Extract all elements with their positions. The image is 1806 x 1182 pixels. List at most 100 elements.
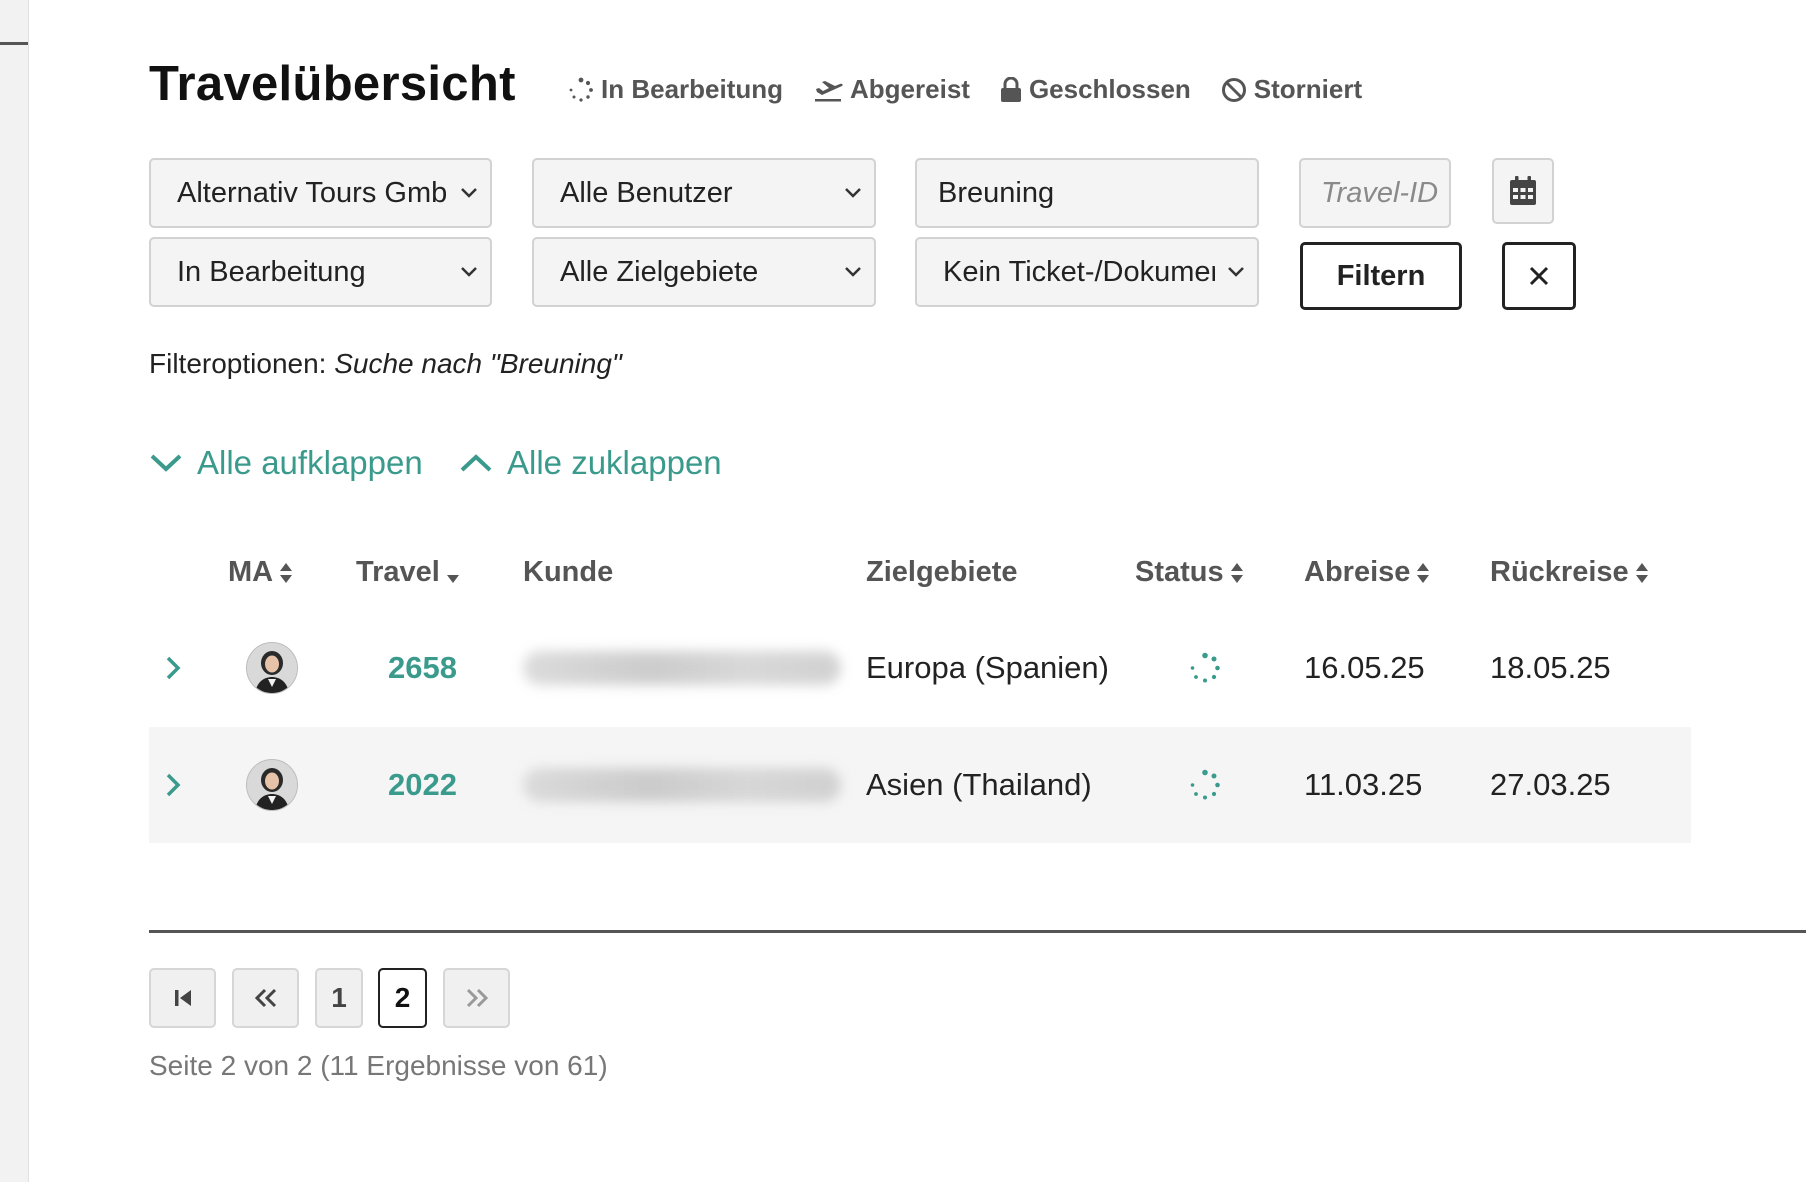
chevron-right-icon bbox=[166, 773, 181, 797]
page-title: Travelübersicht bbox=[149, 57, 516, 111]
table-row[interactable]: 2022 Asien (Thailand) 11.03.25 27.03.25 bbox=[149, 727, 1691, 843]
region-cell: Europa (Spanien) bbox=[866, 650, 1109, 685]
sort-desc-icon bbox=[446, 574, 459, 583]
column-label: Zielgebiete bbox=[866, 556, 1018, 588]
legend-abgereist: Abgereist bbox=[813, 74, 970, 105]
status-cell bbox=[1189, 727, 1221, 843]
chevron-down-icon bbox=[832, 187, 874, 199]
legend-label: In Bearbeitung bbox=[601, 74, 784, 104]
company-select-value: Alternativ Tours GmbH bbox=[177, 176, 448, 209]
legend-geschlossen: Geschlossen bbox=[1000, 74, 1191, 105]
table-row[interactable]: 2658 Europa (Spanien) 16.05.25 18.05.25 bbox=[149, 610, 1691, 726]
page-button-2[interactable]: 2 bbox=[378, 968, 427, 1028]
column-header-kunde: Kunde bbox=[523, 556, 613, 589]
blurred-text bbox=[523, 768, 841, 802]
person-photo-icon bbox=[247, 760, 297, 810]
skip-back-icon bbox=[174, 990, 191, 1006]
chevron-down-icon bbox=[150, 454, 182, 472]
spinner-icon bbox=[1190, 652, 1220, 683]
travel-id-link[interactable]: 2022 bbox=[388, 727, 457, 843]
avatar bbox=[246, 642, 298, 694]
status-select-value: In Bearbeitung bbox=[177, 255, 366, 288]
expand-all-label: Alle aufklappen bbox=[197, 444, 423, 481]
column-label: Kunde bbox=[523, 556, 614, 588]
filter-button[interactable]: Filtern bbox=[1300, 242, 1462, 310]
status-cell bbox=[1189, 610, 1221, 726]
previous-page-button[interactable] bbox=[232, 968, 299, 1028]
first-page-button[interactable] bbox=[149, 968, 216, 1028]
person-photo-icon bbox=[247, 643, 297, 693]
plane-departure-icon bbox=[815, 80, 843, 101]
customer-name-blurred bbox=[523, 610, 841, 726]
company-select[interactable]: Alternativ Tours GmbH bbox=[149, 158, 492, 228]
tickets-select[interactable]: Kein Ticket-/Dokument bbox=[915, 237, 1259, 307]
users-select[interactable]: Alle Benutzer bbox=[532, 158, 876, 228]
row-expand-button[interactable] bbox=[163, 727, 183, 843]
travel-id-link[interactable]: 2658 bbox=[388, 610, 457, 726]
collapse-all-label: Alle zuklappen bbox=[507, 444, 722, 481]
travel-id-placeholder: Travel-ID bbox=[1321, 176, 1439, 209]
left-sidebar-edge bbox=[0, 0, 29, 1182]
return-date: 18.05.25 bbox=[1490, 650, 1611, 685]
sidebar-indicator bbox=[0, 42, 28, 45]
legend-storniert: Storniert bbox=[1221, 74, 1362, 105]
column-header-abreise[interactable]: Abreise bbox=[1304, 556, 1430, 589]
chevron-up-icon bbox=[460, 454, 492, 472]
status-select[interactable]: In Bearbeitung bbox=[149, 237, 492, 307]
tickets-select-value: Kein Ticket-/Dokument bbox=[943, 255, 1215, 288]
row-expand-button[interactable] bbox=[163, 610, 183, 726]
chevron-right-icon bbox=[166, 656, 181, 680]
employee-avatar-cell bbox=[246, 727, 298, 843]
clear-filter-button[interactable] bbox=[1502, 242, 1576, 310]
regions-select-value: Alle Zielgebiete bbox=[560, 255, 759, 288]
travel-id-input[interactable]: Travel-ID bbox=[1299, 158, 1451, 228]
region-cell: Asien (Thailand) bbox=[866, 767, 1092, 802]
customer-name-blurred bbox=[523, 727, 841, 843]
double-chevron-left-icon bbox=[254, 988, 276, 1008]
table-divider bbox=[149, 930, 1806, 933]
expand-all-link[interactable]: Alle aufklappen bbox=[149, 444, 423, 482]
legend-label: Geschlossen bbox=[1028, 74, 1191, 104]
column-header-travel[interactable]: Travel bbox=[356, 556, 460, 589]
avatar bbox=[246, 759, 298, 811]
spinner-icon bbox=[1190, 769, 1220, 800]
departure-date: 16.05.25 bbox=[1304, 650, 1425, 685]
legend-in-bearbeitung: In Bearbeitung bbox=[568, 74, 783, 105]
legend-label: Storniert bbox=[1253, 74, 1363, 104]
search-input[interactable]: Breuning bbox=[915, 158, 1259, 228]
column-label: Status bbox=[1135, 556, 1224, 588]
employee-avatar-cell bbox=[246, 610, 298, 726]
page-button-1[interactable]: 1 bbox=[315, 968, 363, 1028]
lock-icon bbox=[1000, 76, 1021, 102]
column-header-status[interactable]: Status bbox=[1135, 556, 1244, 589]
column-label: MA bbox=[228, 556, 274, 588]
spinner-icon bbox=[569, 77, 593, 102]
sort-icon bbox=[1635, 562, 1648, 583]
chevron-down-icon bbox=[448, 187, 490, 199]
close-icon bbox=[1529, 266, 1549, 286]
ban-icon bbox=[1221, 77, 1246, 102]
filter-options-query: Suche nach "Breuning" bbox=[334, 348, 622, 379]
column-label: Abreise bbox=[1304, 556, 1411, 588]
return-date: 27.03.25 bbox=[1490, 767, 1611, 802]
legend-label: Abgereist bbox=[850, 74, 970, 104]
blurred-text bbox=[523, 651, 841, 685]
search-input-value: Breuning bbox=[938, 176, 1055, 209]
double-chevron-right-icon bbox=[466, 988, 488, 1008]
calendar-button[interactable] bbox=[1492, 158, 1554, 224]
column-label: Rückreise bbox=[1490, 556, 1629, 588]
sort-icon bbox=[1417, 562, 1430, 583]
next-page-button[interactable] bbox=[443, 968, 510, 1028]
column-header-ma[interactable]: MA bbox=[228, 556, 293, 589]
status-legend: In Bearbeitung Abgereist Geschlossen Sto… bbox=[568, 74, 1362, 105]
column-header-rueckreise[interactable]: Rückreise bbox=[1490, 556, 1649, 589]
column-label: Travel bbox=[356, 556, 440, 588]
regions-select[interactable]: Alle Zielgebiete bbox=[532, 237, 876, 307]
collapse-all-link[interactable]: Alle zuklappen bbox=[459, 444, 722, 482]
sort-icon bbox=[1230, 562, 1243, 583]
calendar-icon bbox=[1510, 176, 1536, 205]
filter-options: Filteroptionen: Suche nach "Breuning" bbox=[149, 348, 622, 380]
chevron-down-icon bbox=[1215, 266, 1257, 278]
chevron-down-icon bbox=[448, 266, 490, 278]
column-header-zielgebiete: Zielgebiete bbox=[866, 556, 1018, 589]
